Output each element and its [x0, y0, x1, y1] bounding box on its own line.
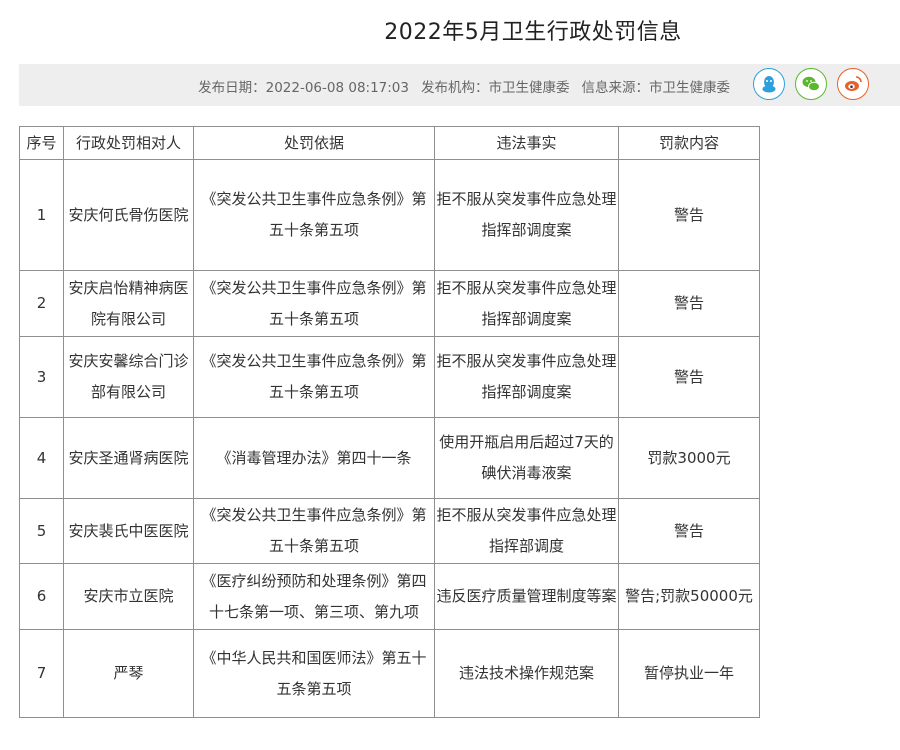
row-party: 安庆何氏骨伤医院 [63, 159, 194, 271]
row-facts: 拒不服从突发事件应急处理指挥部调度案 [434, 336, 619, 418]
row-party: 安庆安馨综合门诊部有限公司 [63, 336, 194, 418]
row-penalty: 警告 [618, 336, 760, 418]
row-basis: 《突发公共卫生事件应急条例》第五十条第五项 [193, 336, 435, 418]
row-basis: 《医疗纠纷预防和处理条例》第四十七条第一项、第三项、第九项 [193, 563, 435, 630]
weibo-icon [845, 76, 862, 91]
publisher: 发布机构：市卫生健康委 [421, 80, 570, 96]
row-penalty: 罚款3000元 [618, 417, 760, 499]
table-row: 5 安庆裴氏中医医院 《突发公共卫生事件应急条例》第五十条第五项 拒不服从突发事… [19, 498, 760, 564]
table-row: 7 严琴 《中华人民共和国医师法》第五十五条第五项 违法技术操作规范案 暂停执业… [19, 629, 760, 718]
meta-text: 发布日期：2022-06-08 08:17:03 发布机构：市卫生健康委 信息来源：… [186, 76, 730, 96]
wechat-share-button[interactable] [795, 68, 827, 100]
column-header-index: 序号 [19, 126, 64, 160]
row-party: 安庆圣通肾病医院 [63, 417, 194, 499]
wechat-icon [802, 76, 820, 92]
row-party: 安庆裴氏中医医院 [63, 498, 194, 564]
row-index: 2 [19, 270, 64, 337]
row-facts: 违法技术操作规范案 [434, 629, 619, 718]
row-party: 安庆启怡精神病医院有限公司 [63, 270, 194, 337]
row-index: 5 [19, 498, 64, 564]
row-index: 6 [19, 563, 64, 630]
row-facts: 拒不服从突发事件应急处理指挥部调度案 [434, 270, 619, 337]
row-basis: 《突发公共卫生事件应急条例》第五十条第五项 [193, 270, 435, 337]
qq-icon [762, 76, 776, 93]
row-index: 3 [19, 336, 64, 418]
info-source: 信息来源：市卫生健康委 [581, 80, 731, 96]
table-row: 6 安庆市立医院 《医疗纠纷预防和处理条例》第四十七条第一项、第三项、第九项 违… [19, 563, 760, 630]
table-row: 3 安庆安馨综合门诊部有限公司 《突发公共卫生事件应急条例》第五十条第五项 拒不… [19, 336, 760, 418]
penalty-table: 序号 行政处罚相对人 处罚依据 违法事实 罚款内容 1 安庆何氏骨伤医院 《突发… [19, 126, 760, 718]
row-basis: 《中华人民共和国医师法》第五十五条第五项 [193, 629, 435, 718]
row-penalty: 警告 [618, 159, 760, 271]
row-penalty: 警告;罚款50000元 [618, 563, 760, 630]
row-facts: 使用开瓶启用后超过7天的碘伏消毒液案 [434, 417, 619, 499]
row-basis: 《消毒管理办法》第四十一条 [193, 417, 435, 499]
row-index: 7 [19, 629, 64, 718]
table-row: 1 安庆何氏骨伤医院 《突发公共卫生事件应急条例》第五十条第五项 拒不服从突发事… [19, 159, 760, 271]
row-index: 4 [19, 417, 64, 499]
column-header-facts: 违法事实 [434, 126, 619, 160]
row-party: 严琴 [63, 629, 194, 718]
row-facts: 拒不服从突发事件应急处理指挥部调度 [434, 498, 619, 564]
row-basis: 《突发公共卫生事件应急条例》第五十条第五项 [193, 159, 435, 271]
row-penalty: 暂停执业一年 [618, 629, 760, 718]
page-title: 2022年5月卫生行政处罚信息 [384, 20, 682, 45]
row-facts: 违反医疗质量管理制度等案 [434, 563, 619, 630]
meta-bar: 发布日期：2022-06-08 08:17:03 发布机构：市卫生健康委 信息来源：… [19, 64, 900, 106]
column-header-basis: 处罚依据 [193, 126, 435, 160]
publish-date: 发布日期：2022-06-08 08:17:03 [198, 80, 409, 96]
column-header-penalty: 罚款内容 [618, 126, 760, 160]
row-facts: 拒不服从突发事件应急处理指挥部调度案 [434, 159, 619, 271]
weibo-share-button[interactable] [837, 68, 869, 100]
row-party: 安庆市立医院 [63, 563, 194, 630]
qq-share-button[interactable] [753, 68, 785, 100]
column-header-party: 行政处罚相对人 [63, 126, 194, 160]
table-row: 4 安庆圣通肾病医院 《消毒管理办法》第四十一条 使用开瓶启用后超过7天的碘伏消… [19, 417, 760, 499]
row-index: 1 [19, 159, 64, 271]
row-basis: 《突发公共卫生事件应急条例》第五十条第五项 [193, 498, 435, 564]
table-row: 2 安庆启怡精神病医院有限公司 《突发公共卫生事件应急条例》第五十条第五项 拒不… [19, 270, 760, 337]
table-header-row: 序号 行政处罚相对人 处罚依据 违法事实 罚款内容 [19, 126, 760, 160]
row-penalty: 警告 [618, 270, 760, 337]
row-penalty: 警告 [618, 498, 760, 564]
